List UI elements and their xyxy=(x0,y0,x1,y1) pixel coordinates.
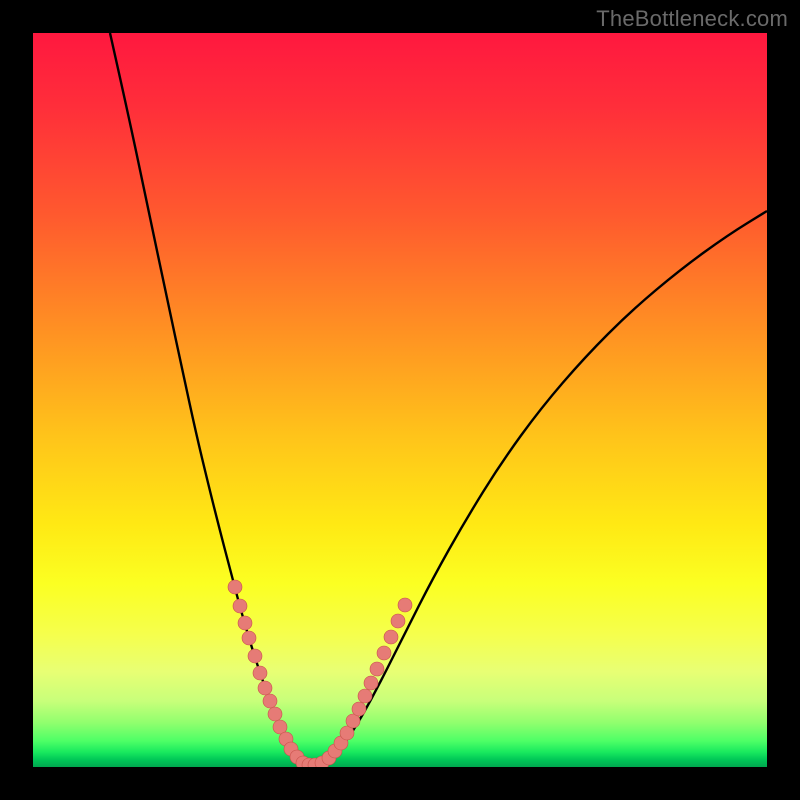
data-dot xyxy=(370,662,384,676)
data-dot xyxy=(228,580,242,594)
curve-svg xyxy=(33,33,767,767)
data-dot xyxy=(352,702,366,716)
bottleneck-curve-left xyxy=(110,33,309,766)
data-dot xyxy=(238,616,252,630)
data-dot xyxy=(364,676,378,690)
watermark-text: TheBottleneck.com xyxy=(596,6,788,32)
data-dot xyxy=(263,694,277,708)
data-dot xyxy=(242,631,256,645)
data-dot xyxy=(268,707,282,721)
plot-area xyxy=(33,33,767,767)
data-dot xyxy=(358,689,372,703)
data-dot xyxy=(377,646,391,660)
chart-container: TheBottleneck.com xyxy=(0,0,800,800)
data-dot xyxy=(398,598,412,612)
data-dot xyxy=(233,599,247,613)
data-dot xyxy=(248,649,262,663)
data-dot xyxy=(391,614,405,628)
data-dot xyxy=(384,630,398,644)
data-dot xyxy=(258,681,272,695)
data-dot xyxy=(253,666,267,680)
